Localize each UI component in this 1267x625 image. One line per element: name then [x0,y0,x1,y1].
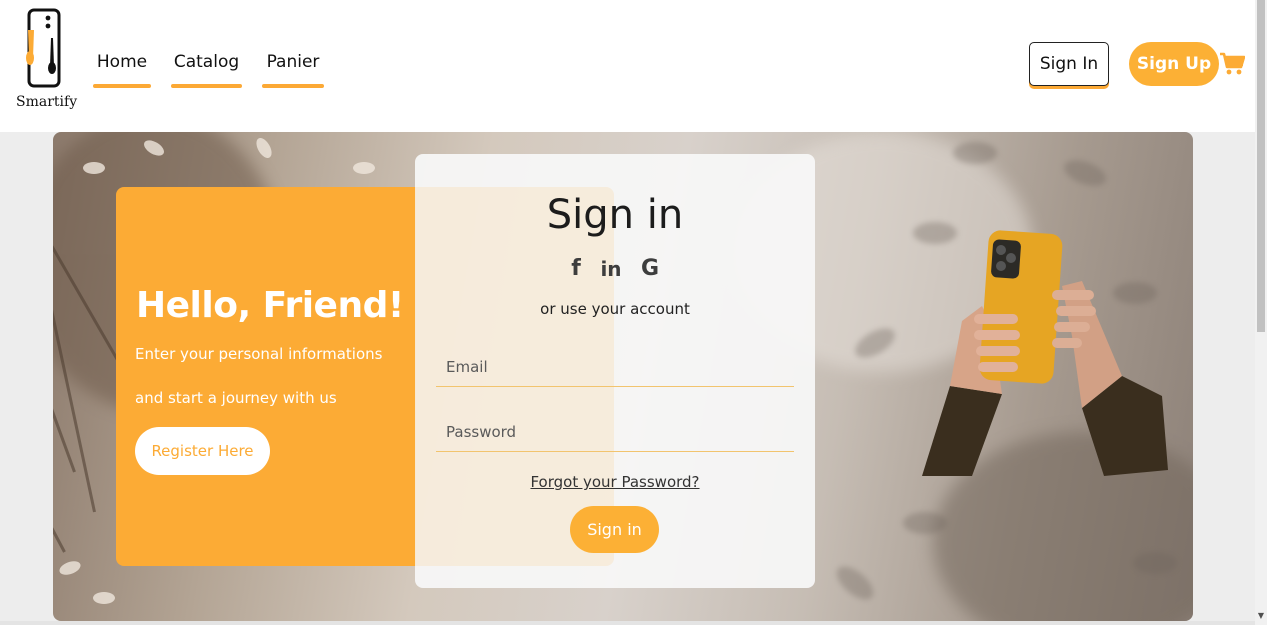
forgot-password-link[interactable]: Forgot your Password? [415,473,815,491]
welcome-title: Hello, Friend! [136,285,404,326]
nav-link-panier-label: Panier [266,52,320,72]
nav-link-home[interactable]: Home [93,48,151,88]
register-here-button[interactable]: Register Here [135,427,270,475]
nav-link-home-label: Home [96,52,148,72]
phone-logo-icon [26,8,61,88]
brand-logo[interactable]: Smartify [14,8,78,112]
password-input[interactable] [436,412,794,452]
page-bottom-edge [0,621,1255,625]
use-account-text: or use your account [540,300,690,318]
welcome-text-line-2: and start a journey with us [135,389,337,407]
nav-link-catalog[interactable]: Catalog [171,48,242,88]
nav-sign-up-button[interactable]: Sign Up [1129,42,1219,86]
social-login-group: f in G [565,256,665,282]
sign-in-title: Sign in [546,192,684,238]
facebook-icon[interactable]: f [565,256,587,282]
cart-icon[interactable] [1219,52,1246,76]
email-input[interactable] [436,347,794,387]
navbar: Smartify Home Catalog Panier Sign In Sig… [0,0,1255,132]
welcome-text-line-1: Enter your personal informations [135,345,383,363]
nav-link-catalog-label: Catalog [173,52,240,72]
sign-in-card: Sign in f in G or use your account Forgo… [415,154,815,588]
welcome-panel: Hello, Friend! Enter your personal infor… [116,187,416,566]
linkedin-icon[interactable]: in [600,256,622,282]
google-icon[interactable]: G [639,256,661,282]
sign-in-submit-button[interactable]: Sign in [570,506,659,553]
brand-name: Smartify [16,94,78,110]
vertical-scrollbar[interactable]: ▼ [1255,0,1267,625]
nav-sign-in-button[interactable]: Sign In [1029,42,1109,86]
phone-in-hands-image [922,226,1168,478]
nav-link-panier[interactable]: Panier [262,48,324,88]
scroll-down-arrow-icon[interactable]: ▼ [1256,611,1266,621]
scrollbar-thumb[interactable] [1257,0,1265,332]
